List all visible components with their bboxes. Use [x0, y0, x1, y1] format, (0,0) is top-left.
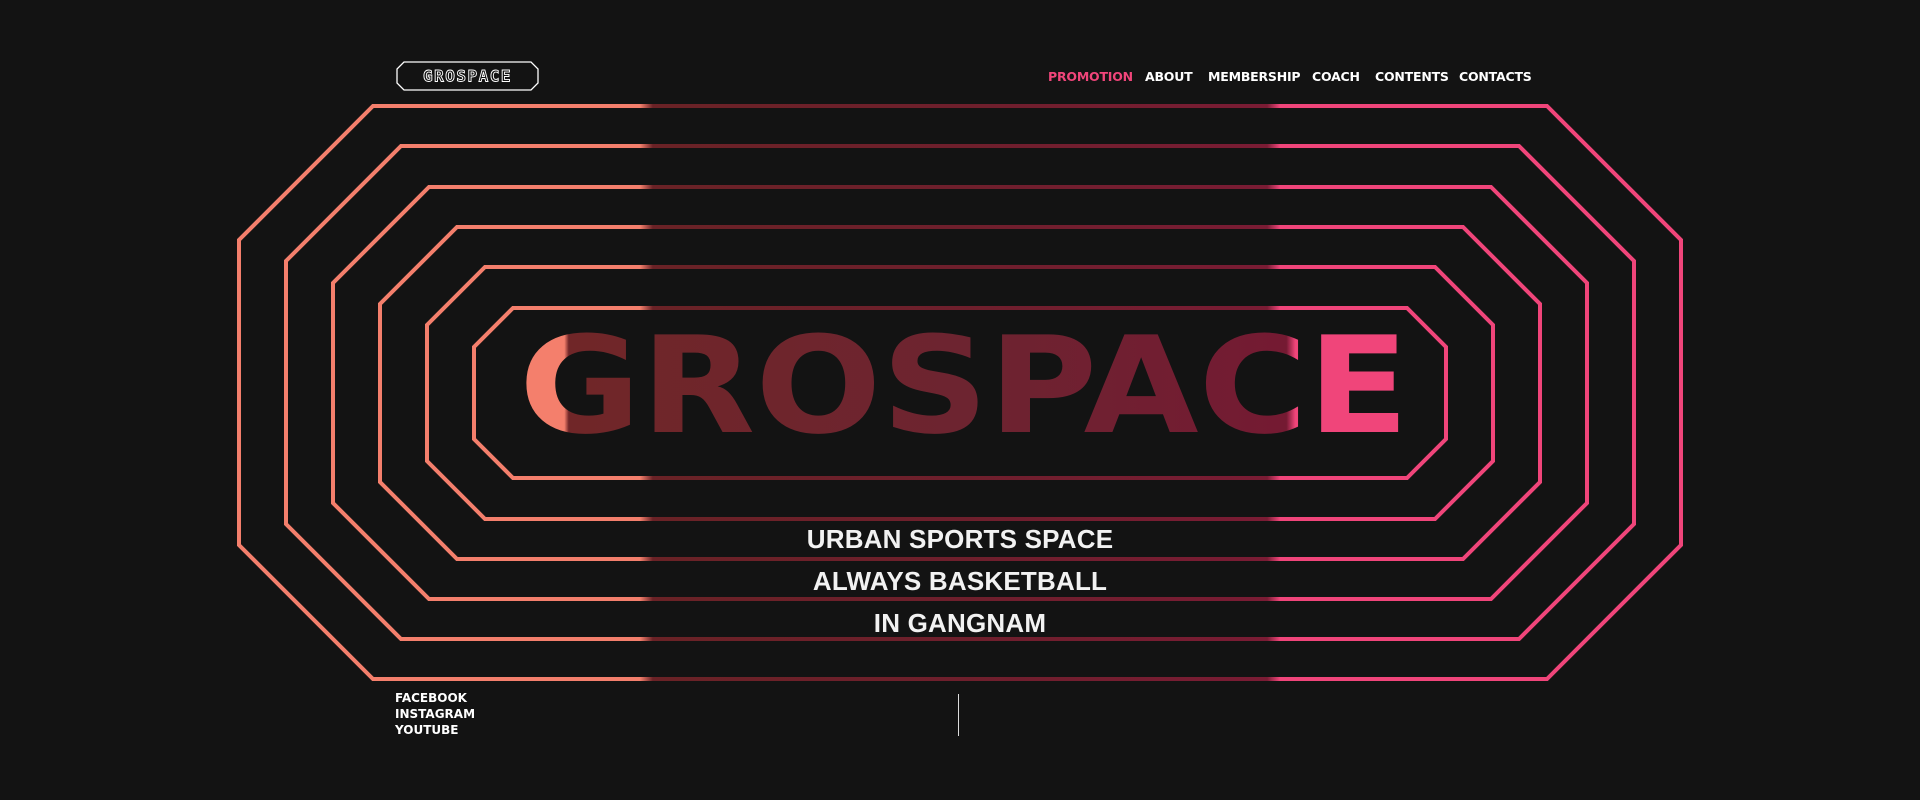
hero-graphic: GROSPACE	[237, 104, 1683, 681]
tagline-line-3: IN GANGNAM	[873, 608, 1047, 638]
page: GROSPACE PROMOTION ABOUT MEMBERSHIP COAC…	[0, 0, 1920, 800]
instagram-link[interactable]: INSTAGRAM	[395, 706, 475, 722]
scroll-indicator-line	[958, 694, 959, 736]
tagline-line-1: URBAN SPORTS SPACE	[806, 524, 1114, 554]
hero-tagline: URBAN SPORTS SPACE ALWAYS BASKETBALL IN …	[760, 518, 1160, 644]
tagline-line-2: ALWAYS BASKETBALL	[812, 566, 1108, 596]
youtube-link[interactable]: YOUTUBE	[395, 722, 475, 738]
facebook-link[interactable]: FACEBOOK	[395, 690, 475, 706]
social-links: FACEBOOK INSTAGRAM YOUTUBE	[395, 690, 475, 738]
hero-word: GROSPACE	[519, 308, 1409, 464]
